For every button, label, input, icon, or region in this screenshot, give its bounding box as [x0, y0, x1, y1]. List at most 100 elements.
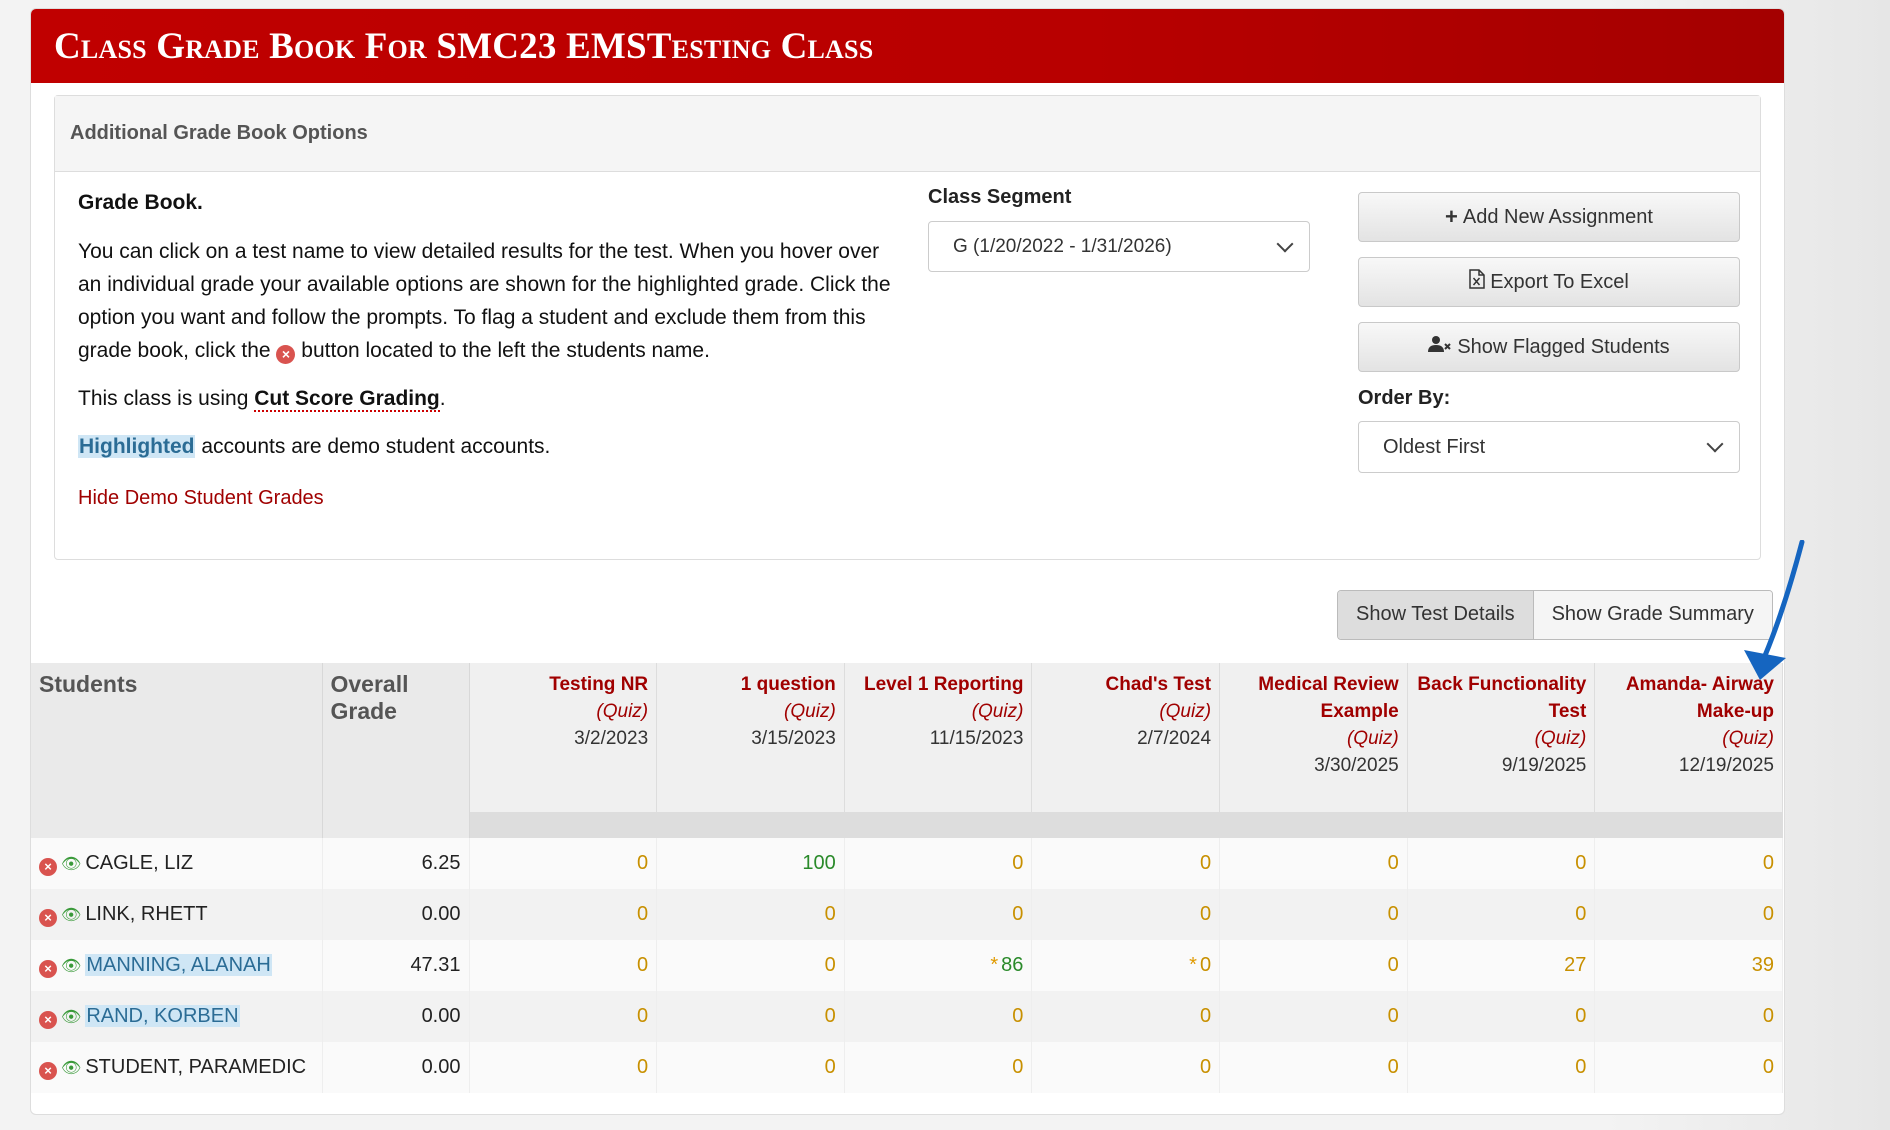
table-row: × 👁 RAND, KORBEN 0.00 0 0 0 0 0 0 0	[31, 991, 1783, 1042]
grading-method[interactable]: Cut Score Grading	[254, 387, 440, 412]
grade-cell[interactable]: * 86	[844, 940, 1033, 991]
grade-cell[interactable]: 0	[1219, 889, 1408, 940]
table-row: × 👁 LINK, RHETT 0.00 0 0 0 0 0 0 0	[31, 889, 1783, 940]
test-column-header[interactable]: Testing NR (Quiz) 3/2/2023	[469, 663, 658, 838]
panel-header: Class Grade Book For SMC23 EMSTesting Cl…	[31, 9, 1784, 83]
grade-cell[interactable]: 0	[656, 940, 845, 991]
test-column-header[interactable]: Chad's Test (Quiz) 2/7/2024	[1031, 663, 1221, 838]
test-column-header[interactable]: 1 question (Quiz) 3/15/2023	[656, 663, 845, 838]
user-remove-icon	[1428, 335, 1452, 359]
grade-cell[interactable]: 0	[1594, 991, 1783, 1042]
grade-cell[interactable]: 0	[1594, 889, 1783, 940]
flag-mark: *	[990, 954, 999, 976]
instructions-text: You can click on a test name to view det…	[78, 240, 891, 364]
grade-cell[interactable]: 0	[1407, 991, 1596, 1042]
grading-method-text: This class is using Cut Score Grading.	[78, 387, 446, 412]
action-buttons: + Add New Assignment Export To Excel Sho…	[1358, 192, 1740, 473]
gradebook-panel: Class Grade Book For SMC23 EMSTesting Cl…	[30, 8, 1785, 1115]
grade-cell[interactable]: 0	[1031, 991, 1221, 1042]
overall-grade: 6.25	[322, 838, 470, 889]
grade-cell[interactable]: 0	[656, 991, 845, 1042]
grade-cell[interactable]: 0	[1031, 838, 1221, 889]
table-row: × 👁 MANNING, ALANAH 47.31 0 0 * 86 * 0 0 27 …	[31, 940, 1783, 991]
grade-cell[interactable]: 0	[844, 1042, 1033, 1093]
eye-slash-icon[interactable]: 👁	[61, 958, 81, 975]
grade-cell[interactable]: 0	[469, 889, 658, 940]
grade-cell[interactable]: 0	[1031, 1042, 1221, 1093]
gradebook-title: Grade Book.	[78, 191, 203, 214]
overall-grade: 47.31	[322, 940, 470, 991]
highlight-sample: Highlighted	[78, 435, 196, 458]
grade-cell[interactable]: 0	[1219, 1042, 1408, 1093]
student-name[interactable]: LINK, RHETT	[85, 903, 207, 925]
grade-table: Students Overall Grade Testing NR (Quiz) 3…	[31, 663, 1783, 1093]
grade-cell[interactable]: 0	[469, 838, 658, 889]
grade-cell[interactable]: 0	[1407, 838, 1596, 889]
grade-cell[interactable]: 0	[844, 838, 1033, 889]
order-by-select[interactable]: Oldest First	[1358, 421, 1740, 473]
grade-cell[interactable]: 100	[656, 838, 845, 889]
student-name[interactable]: MANNING, ALANAH	[85, 953, 272, 976]
plus-icon: +	[1445, 204, 1458, 229]
show-flagged-button[interactable]: Show Flagged Students	[1358, 322, 1740, 372]
remove-circle-icon: ×	[276, 345, 296, 364]
student-name[interactable]: STUDENT, PARAMEDIC	[85, 1056, 306, 1078]
overall-grade: 0.00	[322, 1042, 470, 1093]
grade-cell[interactable]: 0	[1219, 838, 1408, 889]
flag-student-icon[interactable]: ×	[39, 908, 57, 927]
hide-demo-grades-link[interactable]: Hide Demo Student Grades	[78, 482, 324, 515]
excel-file-icon	[1469, 269, 1485, 295]
student-name[interactable]: RAND, KORBEN	[85, 1004, 240, 1027]
export-excel-button[interactable]: Export To Excel	[1358, 257, 1740, 307]
segment-label: Class Segment	[928, 186, 1072, 208]
test-column-header[interactable]: Medical Review Example (Quiz) 3/30/2025	[1219, 663, 1408, 838]
eye-slash-icon[interactable]: 👁	[61, 1060, 81, 1077]
flag-student-icon[interactable]: ×	[39, 959, 57, 978]
overall-grade: 0.00	[322, 889, 470, 940]
table-header-row: Students Overall Grade Testing NR (Quiz) 3…	[31, 663, 1783, 838]
table-row: × 👁 CAGLE, LIZ 6.25 0 100 0 0 0 0 0	[31, 838, 1783, 889]
grade-cell[interactable]: 0	[1407, 1042, 1596, 1093]
test-column-header[interactable]: Back Functionality Test (Quiz) 9/19/2025	[1407, 663, 1596, 838]
class-segment: Class Segment G (1/20/2022 - 1/31/2026)	[928, 186, 1310, 272]
show-grade-summary-button[interactable]: Show Grade Summary	[1533, 591, 1772, 639]
view-toggle: Show Test Details Show Grade Summary	[1337, 590, 1773, 640]
student-name[interactable]: CAGLE, LIZ	[85, 852, 193, 874]
page-title: Class Grade Book For SMC23 EMSTesting Cl…	[54, 25, 874, 67]
grade-cell[interactable]: 0	[844, 889, 1033, 940]
add-assignment-button[interactable]: + Add New Assignment	[1358, 192, 1740, 242]
grade-cell[interactable]: 39	[1594, 940, 1783, 991]
flag-student-icon[interactable]: ×	[39, 1010, 57, 1029]
grade-cell[interactable]: 0	[1594, 838, 1783, 889]
grade-cell[interactable]: 0	[1594, 1042, 1783, 1093]
grade-cell[interactable]: * 0	[1031, 940, 1221, 991]
grade-cell[interactable]: 0	[469, 940, 658, 991]
grade-cell[interactable]: 0	[656, 1042, 845, 1093]
grade-cell[interactable]: 0	[1219, 940, 1408, 991]
grade-cell[interactable]: 0	[469, 991, 658, 1042]
grade-cell[interactable]: 0	[656, 889, 845, 940]
overall-grade-column-header: Overall Grade	[322, 663, 470, 838]
test-column-header[interactable]: Level 1 Reporting (Quiz) 11/15/2023	[844, 663, 1033, 838]
flag-mark: *	[1189, 954, 1197, 976]
options-box: Additional Grade Book Options Grade Book…	[54, 95, 1761, 560]
grade-cell[interactable]: 0	[1219, 991, 1408, 1042]
grade-cell[interactable]: 0	[1407, 889, 1596, 940]
pointer-arrow-icon	[1744, 540, 1805, 680]
eye-slash-icon[interactable]: 👁	[61, 907, 81, 924]
grade-cell[interactable]: 0	[469, 1042, 658, 1093]
show-test-details-button[interactable]: Show Test Details	[1338, 591, 1534, 639]
eye-slash-icon[interactable]: 👁	[61, 1009, 81, 1026]
grade-cell[interactable]: 27	[1407, 940, 1596, 991]
flag-student-icon[interactable]: ×	[39, 1061, 57, 1080]
demo-note: Highlighted accounts are demo student ac…	[78, 435, 551, 458]
grade-cell[interactable]: 0	[1031, 889, 1221, 940]
students-column-header: Students	[31, 663, 323, 838]
overall-grade: 0.00	[322, 991, 470, 1042]
segment-select[interactable]: G (1/20/2022 - 1/31/2026)	[928, 221, 1310, 272]
eye-slash-icon[interactable]: 👁	[61, 856, 81, 873]
table-row: × 👁 STUDENT, PARAMEDIC 0.00 0 0 0 0 0 0 0	[31, 1042, 1783, 1093]
grade-cell[interactable]: 0	[844, 991, 1033, 1042]
flag-student-icon[interactable]: ×	[39, 857, 57, 876]
chevron-down-icon	[1276, 235, 1294, 253]
